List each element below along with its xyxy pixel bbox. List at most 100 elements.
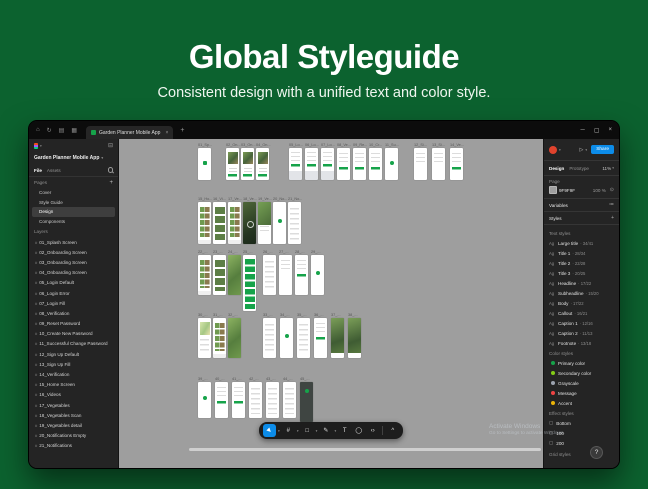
canvas-frame[interactable]: 18_Ve...: [243, 202, 256, 244]
canvas-frame[interactable]: 25_...: [243, 255, 256, 311]
help-button[interactable]: ?: [590, 446, 603, 459]
canvas-frame[interactable]: 07_Lo...: [321, 148, 334, 180]
effect-style-item[interactable]: ▢Bottom: [549, 418, 614, 428]
variables-icon[interactable]: ≔: [609, 202, 614, 208]
canvas-frame[interactable]: 37_...: [331, 318, 344, 358]
canvas-frame[interactable]: 34_...: [280, 318, 293, 358]
comment-tool-icon[interactable]: ◯: [352, 424, 365, 437]
text-style-item[interactable]: AgCallout16/21: [549, 308, 614, 318]
add-page-button[interactable]: +: [109, 180, 113, 186]
canvas-frame[interactable]: 04_On...: [256, 148, 269, 180]
canvas-frame[interactable]: 38_...: [348, 318, 361, 358]
new-tab-button[interactable]: +: [180, 127, 184, 134]
canvas-frame[interactable]: 11_Su...: [385, 148, 398, 180]
layer-item[interactable]: #09_Reset Password: [29, 319, 118, 329]
canvas-frame[interactable]: 13_Si...: [432, 148, 445, 180]
avatar[interactable]: [549, 146, 557, 154]
canvas-frame[interactable]: 16_Vi...: [213, 202, 226, 244]
canvas-frame[interactable]: 24_...: [228, 255, 241, 295]
canvas-frame[interactable]: 45_...: [300, 382, 313, 422]
canvas-frame[interactable]: 44_...: [283, 382, 296, 418]
canvas-frame[interactable]: 20_No...: [273, 202, 286, 244]
minimize-button[interactable]: ─: [581, 127, 585, 133]
canvas-frame[interactable]: 26_...: [263, 255, 276, 295]
canvas-frame[interactable]: 28_...: [295, 255, 308, 295]
text-style-item[interactable]: AgTitle 222/28: [549, 258, 614, 268]
color-style-item[interactable]: Message: [549, 388, 614, 398]
layer-item[interactable]: #10_Create New Password: [29, 329, 118, 339]
chevron-down-icon[interactable]: ▾: [316, 429, 318, 433]
layer-item[interactable]: #03_Onboarding Screen: [29, 257, 118, 267]
file-name-menu[interactable]: Garden Planner Mobile App ▾: [29, 152, 118, 164]
color-style-item[interactable]: Secondary color: [549, 368, 614, 378]
collapse-panel-icon[interactable]: ⊟: [108, 142, 113, 149]
styles-section[interactable]: Styles +: [544, 212, 619, 225]
canvas-frame[interactable]: 12_Si...: [414, 148, 427, 180]
color-style-item[interactable]: Grayscale: [549, 378, 614, 388]
canvas-frame[interactable]: 36_...: [314, 318, 327, 358]
file-tab[interactable]: Garden Planner Mobile App ×: [86, 126, 173, 139]
layer-item[interactable]: #06_Login Error: [29, 288, 118, 298]
canvas-frame[interactable]: 15_Ho...: [198, 202, 211, 244]
text-tool-icon[interactable]: T: [338, 424, 351, 437]
color-style-item[interactable]: Primary color: [549, 358, 614, 368]
layer-item[interactable]: #19_Vegetables detail: [29, 420, 118, 430]
text-style-item[interactable]: AgFootnote13/18: [549, 338, 614, 348]
pen-tool-icon[interactable]: ✎: [319, 424, 332, 437]
page-color-row[interactable]: 9F9F9F 100 % ⊙: [549, 186, 614, 194]
canvas-frame[interactable]: 30_...: [198, 318, 211, 358]
layer-item[interactable]: #02_Onboarding Screen: [29, 247, 118, 257]
page-item-style-guide[interactable]: Style Guide: [32, 198, 115, 208]
home-icon[interactable]: ⌂: [36, 127, 40, 133]
canvas-frame[interactable]: 23_...: [213, 255, 226, 295]
layer-item[interactable]: #07_Login Fill: [29, 298, 118, 308]
chevron-down-icon[interactable]: ▾: [297, 429, 299, 433]
page-color-swatch[interactable]: [549, 186, 557, 194]
layer-item[interactable]: #12_Sign Up Default: [29, 349, 118, 359]
text-style-item[interactable]: AgLarge title34/41: [549, 238, 614, 248]
layer-item[interactable]: #01_Splash Screen: [29, 237, 118, 247]
canvas-frame[interactable]: 21_No...: [288, 202, 301, 244]
dev-mode-tool-icon[interactable]: ‹›: [366, 424, 379, 437]
canvas-frame[interactable]: 19_Ve...: [258, 202, 271, 244]
tab-prototype[interactable]: Prototype: [569, 166, 589, 171]
layout-icon[interactable]: ▤: [59, 127, 65, 134]
page-item-design[interactable]: Design: [32, 207, 115, 217]
layer-item[interactable]: #14_Verification: [29, 369, 118, 379]
canvas-frame[interactable]: 01_Sp...: [198, 148, 211, 180]
canvas-frame[interactable]: 09_Re...: [353, 148, 366, 180]
eye-icon[interactable]: ⊙: [610, 187, 614, 193]
layer-item[interactable]: #16_Videos: [29, 390, 118, 400]
layer-item[interactable]: #11_Successful Change Password: [29, 339, 118, 349]
canvas-frame[interactable]: 10_Cr...: [369, 148, 382, 180]
text-style-item[interactable]: AgCaption 112/16: [549, 318, 614, 328]
layer-item[interactable]: #21_Notifications: [29, 441, 118, 451]
layer-item[interactable]: #13_Sign Up Fill: [29, 359, 118, 369]
figma-menu[interactable]: ▾: [34, 143, 42, 149]
close-button[interactable]: ×: [608, 127, 612, 133]
canvas-frame[interactable]: 06_Lo...: [305, 148, 318, 180]
color-style-item[interactable]: Accent: [549, 398, 614, 408]
effect-style-item[interactable]: ▢200: [549, 438, 614, 448]
maximize-button[interactable]: ▢: [594, 127, 600, 134]
text-style-item[interactable]: AgTitle 320/25: [549, 268, 614, 278]
actions-tool-icon[interactable]: ^: [386, 424, 399, 437]
canvas[interactable]: ▶▾#▾□▾✎▾T◯‹›^ 01_Sp...02_On...03_On...04…: [119, 139, 543, 469]
text-style-item[interactable]: AgCaption 211/13: [549, 328, 614, 338]
layer-item[interactable]: #17_Vegetables: [29, 400, 118, 410]
tab-assets[interactable]: Assets: [47, 168, 61, 173]
canvas-frame[interactable]: 33_...: [263, 318, 276, 358]
canvas-frame[interactable]: 32_...: [228, 318, 241, 358]
chevron-down-icon[interactable]: ▾: [585, 148, 587, 152]
canvas-frame[interactable]: 29_...: [311, 255, 324, 295]
close-tab-icon[interactable]: ×: [165, 130, 168, 136]
canvas-frame[interactable]: 42_...: [249, 382, 262, 418]
canvas-frame[interactable]: 03_On...: [241, 148, 254, 180]
canvas-frame[interactable]: 05_Lo...: [289, 148, 302, 180]
share-button[interactable]: Share: [591, 145, 614, 154]
move-tool-icon[interactable]: ▶: [263, 424, 276, 437]
canvas-frame[interactable]: 02_On...: [226, 148, 239, 180]
canvas-frame[interactable]: 08_Ve...: [337, 148, 350, 180]
layer-item[interactable]: #04_Onboarding Screen: [29, 268, 118, 278]
canvas-frame[interactable]: 35_...: [297, 318, 310, 358]
